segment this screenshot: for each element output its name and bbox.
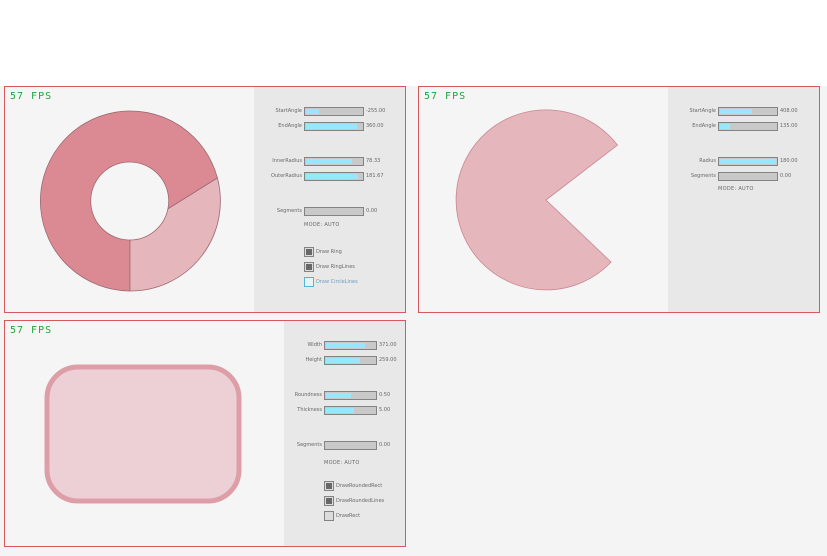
checkbox-label: Draw Ring [316,249,342,255]
checkbox-box[interactable] [324,496,334,506]
slider-label: Segments [296,442,322,448]
rounded-rect-controls: Width 371.00 Height 259.00 Roundness 0.5… [284,321,405,546]
checkbox-box[interactable] [324,481,334,491]
slider-label: StartAngle [689,108,716,114]
slider-track[interactable] [718,122,778,131]
mode-label: MODE: AUTO [304,222,340,228]
slider-fill [720,124,730,129]
slider-fill [326,408,354,413]
slider-track[interactable] [304,157,364,166]
slider-track[interactable] [304,122,364,131]
slider-label: Height [305,357,322,363]
slider-value: 0.00 [366,208,378,214]
slider-value: 78.33 [366,158,381,164]
slider-track[interactable] [324,441,377,450]
slider-value: 371.00 [379,342,397,348]
slider-track[interactable] [324,356,377,365]
window-top-area [0,0,827,86]
slider-track[interactable] [304,172,364,181]
slider-track[interactable] [324,391,377,400]
slider-value: 5.00 [379,407,391,413]
slider-label: StartAngle [275,108,302,114]
checkbox-label: DrawRect [336,513,361,519]
checkbox-box[interactable] [304,247,314,257]
slider-value: 360.00 [366,123,384,129]
slider-fill [326,358,360,363]
slider-fill [306,124,357,129]
slider-value: 180.00 [780,158,798,164]
slider-label: Segments [690,173,716,179]
slider-fill [720,109,752,114]
sector-controls: StartAngle 408.00 EndAngle 135.00 Radius… [668,87,819,312]
slider-label: Roundness [294,392,322,398]
slider-value: 0.00 [780,173,792,179]
ring-shape [39,110,221,292]
rounded-rect-fill [44,364,242,504]
checkbox-label: DrawRoundedLines [336,498,385,504]
checkbox-box[interactable] [324,511,334,521]
slider-track[interactable] [718,172,778,181]
rounded-rect-panel: 57 FPS Width 371.00 Height 259.00 Roundn… [4,320,406,547]
sector-shape [455,109,619,291]
slider-value: -255.00 [366,108,386,114]
slider-track[interactable] [304,107,364,116]
slider-track[interactable] [324,341,377,350]
slider-track[interactable] [304,207,364,216]
slider-fill [306,174,358,179]
slider-label: Width [307,342,322,348]
slider-label: EndAngle [278,123,302,129]
checkbox-box[interactable] [304,277,314,287]
slider-fill [720,159,776,164]
slider-value: 0.00 [379,442,391,448]
slider-fill [306,159,352,164]
slider-value: 0.50 [379,392,391,398]
slider-value: 135.00 [780,123,798,129]
ring-panel: 57 FPS StartAngle -255.00 EndAngle 360.0… [4,86,406,313]
checkbox-label: Draw RingLines [316,264,355,270]
slider-value: 408.00 [780,108,798,114]
mode-label: MODE: AUTO [324,460,360,466]
slider-track[interactable] [324,406,377,415]
slider-track[interactable] [718,157,778,166]
slider-label: Radius [699,158,716,164]
slider-label: EndAngle [692,123,716,129]
ring-controls: StartAngle -255.00 EndAngle 360.00 Inner… [254,87,405,312]
checkbox-box[interactable] [304,262,314,272]
slider-label: InnerRadius [272,158,302,164]
slider-label: Thickness [297,407,322,413]
slider-value: 259.00 [379,357,397,363]
checkbox-label: Draw CircleLines [316,279,358,285]
slider-fill [326,393,351,398]
checkbox-label: DrawRoundedRect [336,483,383,489]
slider-fill [326,343,365,348]
rounded-rect-shape [44,364,242,504]
slider-value: 181.67 [366,173,384,179]
slider-label: OuterRadius [271,173,302,179]
slider-track[interactable] [718,107,778,116]
sector-slice [455,109,619,291]
sector-panel: 57 FPS StartAngle 408.00 EndAngle 135.00… [418,86,820,313]
slider-fill [306,109,319,114]
mode-label: MODE: AUTO [718,186,754,192]
slider-label: Segments [276,208,302,214]
